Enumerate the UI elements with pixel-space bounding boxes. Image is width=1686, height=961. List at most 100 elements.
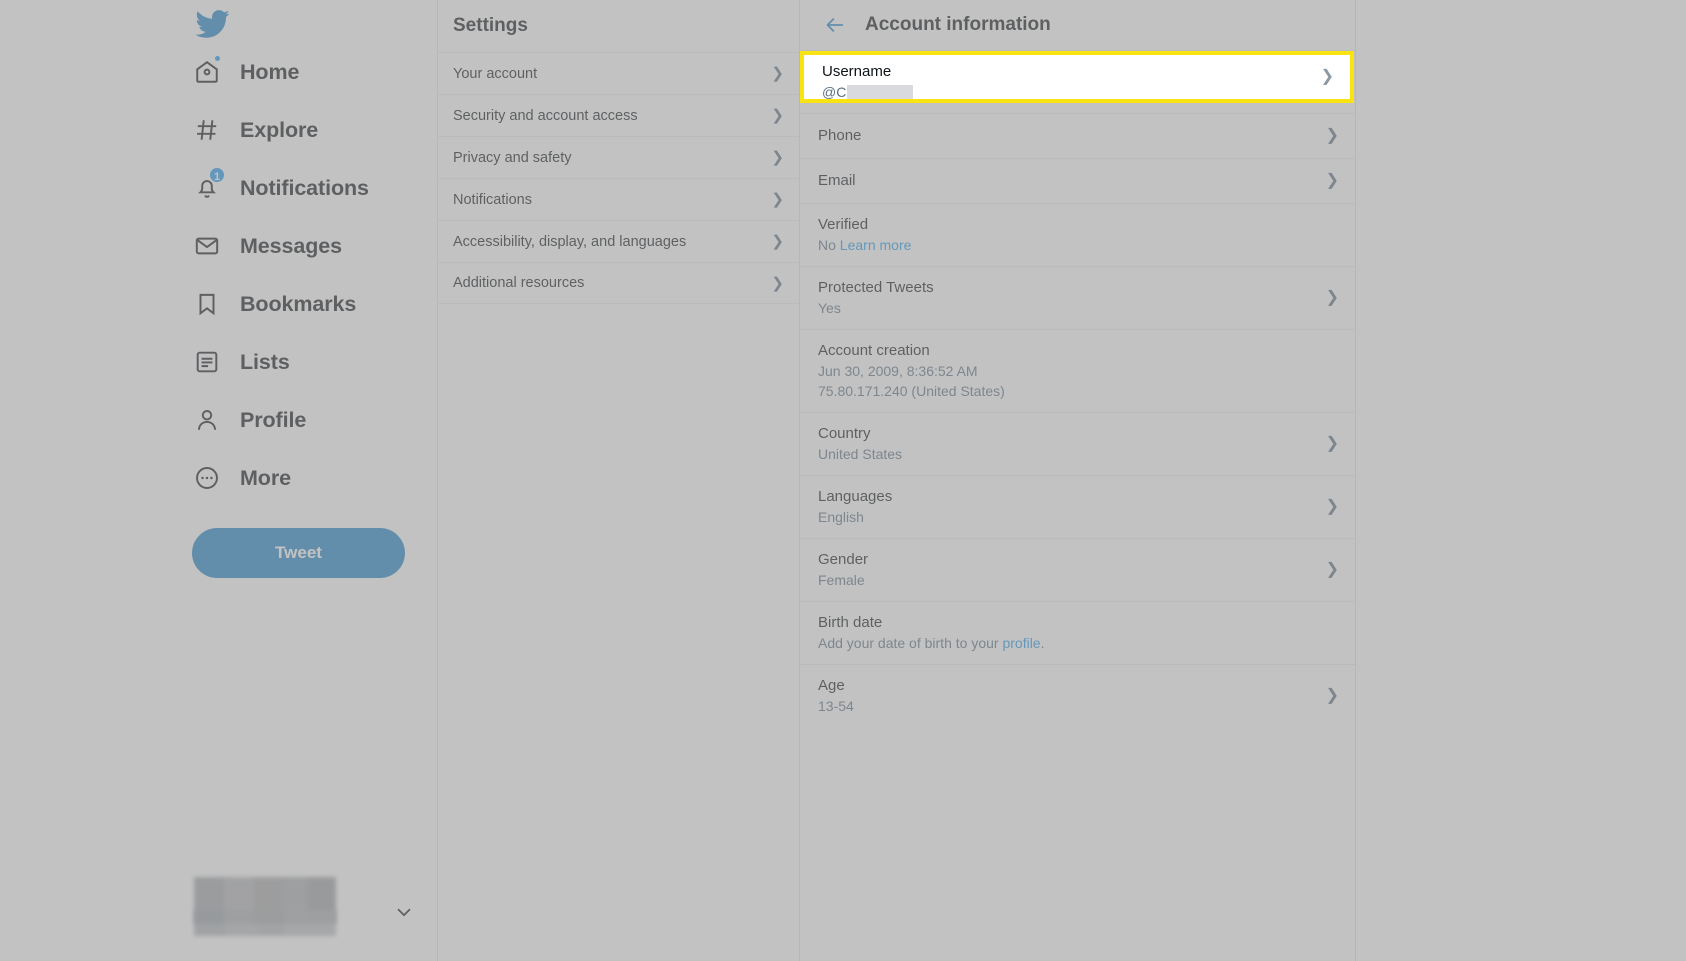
row-label: Birth date	[818, 614, 883, 631]
chevron-right-icon: ❯	[771, 191, 784, 208]
settings-item-label: Accessibility, display, and languages	[453, 233, 687, 250]
row-country[interactable]: Country United States ❯	[800, 412, 1355, 475]
row-value: 13-54	[818, 698, 854, 714]
person-icon	[190, 403, 224, 437]
sidebar-item-more[interactable]: More	[190, 450, 437, 506]
settings-item-label: Notifications	[453, 191, 532, 208]
verified-value: No	[818, 237, 840, 253]
settings-item-security-and-account-access[interactable]: Security and account access ❯	[438, 94, 799, 136]
row-account-creation: Account creation Jun 30, 2009, 8:36:52 A…	[800, 329, 1355, 412]
sidebar-item-label: Bookmarks	[240, 291, 357, 316]
row-value: Yes	[818, 300, 841, 316]
birth-date-suffix: .	[1040, 635, 1045, 651]
settings-item-your-account[interactable]: Your account ❯	[438, 52, 799, 94]
home-unread-dot	[213, 54, 222, 63]
sidebar-item-label: More	[240, 465, 291, 490]
row-label: Gender	[818, 551, 869, 568]
back-arrow-icon[interactable]	[818, 8, 852, 42]
settings-item-label: Additional resources	[453, 275, 585, 291]
row-protected-tweets[interactable]: Protected Tweets Yes ❯	[800, 266, 1355, 329]
hashtag-icon	[190, 113, 224, 147]
learn-more-link[interactable]: Learn more	[840, 237, 912, 253]
row-value-date: Jun 30, 2009, 8:36:52 AM	[818, 363, 978, 379]
chevron-down-icon[interactable]	[393, 901, 415, 928]
sidebar-item-lists[interactable]: Lists	[190, 334, 437, 390]
settings-item-label: Your account	[453, 65, 538, 82]
chevron-right-icon: ❯	[1325, 435, 1339, 452]
row-gender[interactable]: Gender Female ❯	[800, 538, 1355, 601]
twitter-bird-icon[interactable]	[194, 6, 230, 42]
sidebar-item-label: Explore	[240, 117, 319, 142]
row-value: Female	[818, 572, 865, 588]
row-label: Protected Tweets	[818, 279, 934, 296]
chevron-right-icon[interactable]: ❯	[1321, 69, 1334, 85]
row-phone[interactable]: Phone ❯	[800, 113, 1355, 158]
username-prefix: @C	[822, 84, 847, 100]
account-information-panel: Account information Username @C ❯ Phone …	[800, 0, 1356, 961]
left-navigation: Home Explore 1 Notifications Messages Bo…	[0, 0, 437, 961]
row-email[interactable]: Email ❯	[800, 158, 1355, 203]
row-label: Country	[818, 425, 871, 442]
chevron-right-icon: ❯	[1325, 687, 1339, 704]
row-languages[interactable]: Languages English ❯	[800, 475, 1355, 538]
profile-link[interactable]: profile	[1002, 635, 1040, 651]
sidebar-item-profile[interactable]: Profile	[190, 392, 437, 448]
row-label: Phone	[818, 127, 862, 144]
tweet-button[interactable]: Tweet	[192, 528, 405, 578]
account-switcher[interactable]	[190, 877, 437, 939]
settings-item-accessibility-display-and-languages[interactable]: Accessibility, display, and languages ❯	[438, 220, 799, 262]
envelope-icon	[190, 229, 224, 263]
home-icon	[190, 54, 224, 89]
sidebar-item-notifications[interactable]: 1 Notifications	[190, 160, 437, 216]
settings-item-privacy-and-safety[interactable]: Privacy and safety ❯	[438, 136, 799, 178]
sidebar-item-messages[interactable]: Messages	[190, 218, 437, 274]
username-redaction	[847, 85, 914, 99]
row-verified: Verified No Learn more	[800, 203, 1355, 266]
row-username-highlighted[interactable]: Username @C ❯	[800, 51, 1354, 103]
sidebar-item-label: Profile	[240, 407, 307, 432]
sidebar-item-explore[interactable]: Explore	[190, 102, 437, 158]
chevron-right-icon: ❯	[1325, 498, 1339, 515]
chevron-right-icon: ❯	[1325, 289, 1339, 306]
panel-header: Account information	[800, 0, 1355, 50]
dim-overlay-right	[1354, 51, 1686, 103]
bell-icon: 1	[190, 166, 226, 205]
chevron-right-icon: ❯	[771, 233, 784, 250]
settings-column: Settings Your account ❯ Security and acc…	[437, 0, 800, 961]
page-title: Account information	[865, 14, 1051, 35]
row-label: Username	[822, 63, 892, 80]
chevron-right-icon: ❯	[1325, 172, 1339, 189]
chevron-right-icon: ❯	[1325, 561, 1339, 578]
sidebar-item-label: Lists	[240, 349, 290, 374]
notifications-badge: 1	[208, 166, 226, 184]
row-age[interactable]: Age 13-54 ❯	[800, 664, 1355, 727]
row-value: @C	[822, 83, 1310, 102]
row-label: Languages	[818, 488, 893, 505]
sidebar-item-label: Notifications	[240, 175, 369, 200]
settings-item-notifications[interactable]: Notifications ❯	[438, 178, 799, 220]
row-value: English	[818, 509, 864, 525]
row-label: Age	[818, 677, 845, 694]
sidebar-item-label: Home	[240, 59, 300, 84]
account-name-redacted	[194, 910, 336, 936]
twitter-settings-page: Home Explore 1 Notifications Messages Bo…	[0, 0, 1686, 961]
row-value: No Learn more	[818, 236, 1315, 255]
row-label: Verified	[818, 216, 869, 233]
row-value: United States	[818, 446, 903, 462]
chevron-right-icon: ❯	[771, 149, 784, 166]
settings-item-additional-resources[interactable]: Additional resources ❯	[438, 262, 799, 304]
chevron-right-icon: ❯	[771, 274, 784, 292]
row-birth-date: Birth date Add your date of birth to you…	[800, 601, 1355, 664]
sidebar-item-home[interactable]: Home	[190, 44, 437, 100]
chevron-right-icon: ❯	[771, 65, 784, 82]
settings-item-label: Privacy and safety	[453, 149, 572, 166]
row-value: Add your date of birth to your profile.	[818, 634, 1315, 653]
bookmark-icon	[190, 287, 224, 321]
chevron-right-icon: ❯	[1325, 127, 1339, 144]
birth-date-hint: Add your date of birth to your	[818, 635, 1003, 651]
row-label: Account creation	[818, 342, 930, 359]
more-circle-icon	[190, 461, 224, 495]
sidebar-item-bookmarks[interactable]: Bookmarks	[190, 276, 437, 332]
chevron-right-icon: ❯	[771, 107, 784, 124]
list-icon	[190, 345, 224, 379]
